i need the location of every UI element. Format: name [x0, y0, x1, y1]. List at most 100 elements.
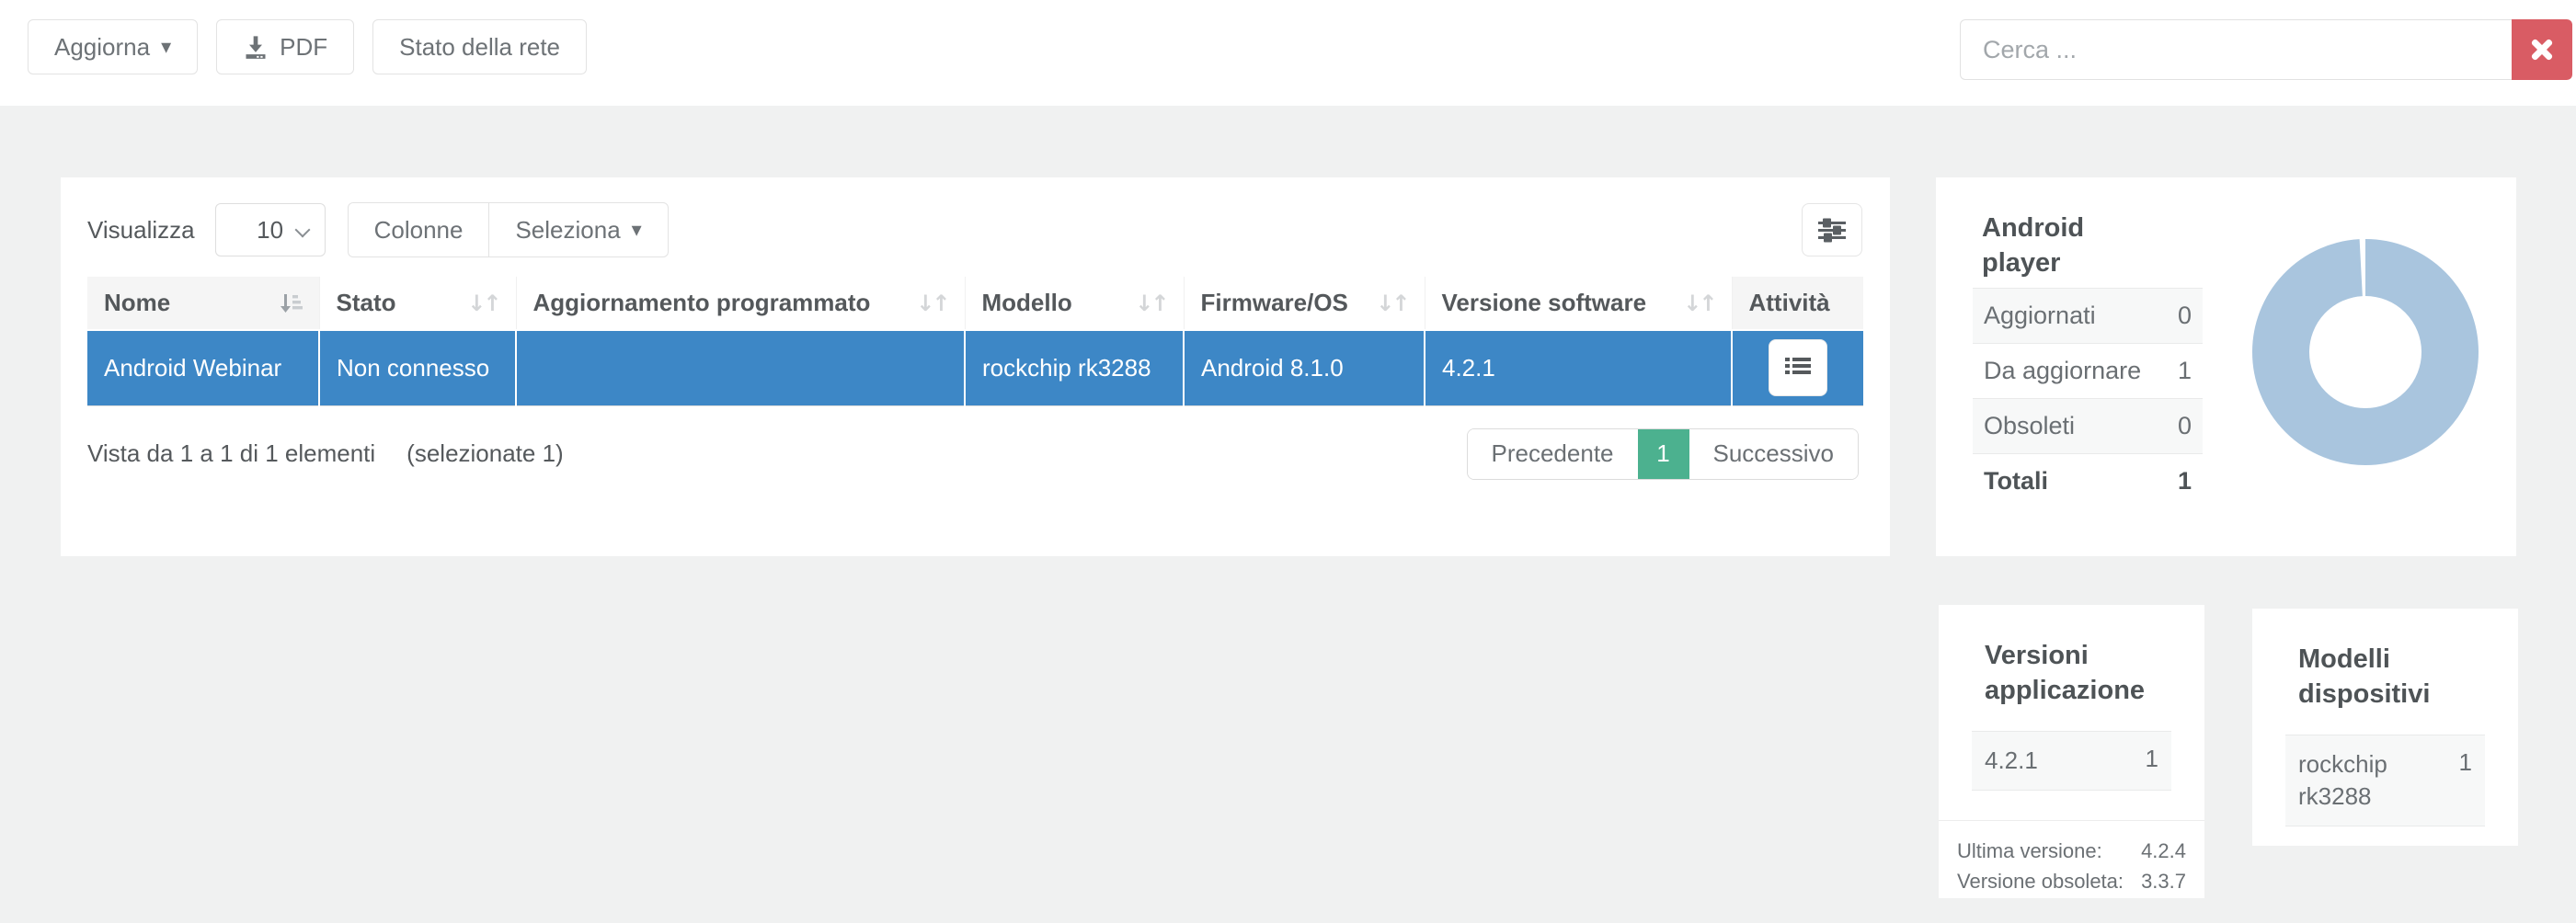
app-versions-card: Versioni applicazione 4.2.1 1 Ultima ver… [1939, 605, 2204, 898]
toolbar-buttons: Aggiorna ▾ PDF Stato della rete [28, 19, 587, 74]
model-rows: rockchip rk3288 1 [2285, 735, 2485, 826]
page-length-value: 10 [257, 216, 283, 245]
android-player-card: Android player Aggiornati 0 Da aggiornar… [1936, 177, 2516, 556]
version-label: 4.2.1 [1985, 745, 2038, 777]
stat-row-da-aggiornare: Da aggiornare 1 [1973, 344, 2203, 398]
latest-version-value: 4.2.4 [2141, 836, 2186, 866]
column-header-stato[interactable]: Stato ↓↑ [319, 277, 516, 330]
aggiorna-label: Aggiorna [54, 33, 150, 62]
model-count: 1 [2459, 748, 2472, 777]
column-label: Aggiornamento programmato [533, 289, 871, 317]
list-item: 4.2.1 1 [1972, 731, 2171, 791]
card-title: Modelli dispositivi [2298, 642, 2496, 712]
sort-icon: ↓↑ [1135, 291, 1166, 316]
seleziona-label: Seleziona [515, 216, 620, 245]
stat-value: 0 [2178, 302, 2192, 330]
stat-label: Totali [1984, 467, 2048, 496]
player-stats: Aggiornati 0 Da aggiornare 1 Obsoleti 0 … [1973, 288, 2203, 508]
cell-versione[interactable]: 4.2.1 [1425, 330, 1732, 405]
pagination: Precedente 1 Successivo [1467, 428, 1859, 480]
devices-table-card: Visualizza 10 Colonne Seleziona ▾ [61, 177, 1890, 556]
device-management-page: Aggiorna ▾ PDF Stato della rete [0, 0, 2576, 923]
search-bar [1960, 19, 2572, 80]
stat-label: Aggiornati [1984, 302, 2096, 330]
columns-button-group: Colonne Seleziona ▾ [348, 202, 669, 257]
network-status-button[interactable]: Stato della rete [372, 19, 587, 74]
column-header-versione[interactable]: Versione software ↓↑ [1425, 277, 1732, 330]
clear-search-button[interactable] [2512, 19, 2572, 80]
obsolete-version-line: Versione obsoleta: 3.3.7 [1957, 866, 2186, 896]
colonne-label: Colonne [374, 216, 464, 245]
seleziona-button[interactable]: Seleziona ▾ [488, 202, 668, 257]
caret-down-icon: ▾ [632, 220, 642, 240]
column-label: Firmware/OS [1201, 289, 1348, 317]
cell-modello[interactable]: rockchip rk3288 [965, 330, 1184, 405]
table-row[interactable]: Android Webinar Non connesso rockchip rk… [87, 330, 1863, 405]
cell-aggiornamento[interactable] [516, 330, 965, 405]
stat-label: Da aggiornare [1984, 357, 2141, 385]
latest-version-line: Ultima versione: 4.2.4 [1957, 836, 2186, 866]
devices-table: Nome [87, 277, 1863, 406]
card-title: Versioni applicazione [1985, 638, 2182, 709]
next-button[interactable]: Successivo [1689, 429, 1859, 479]
model-label: rockchip rk3288 [2298, 748, 2448, 813]
device-models-card: Modelli dispositivi rockchip rk3288 1 [2252, 609, 2518, 846]
sort-icon: ↓↑ [1376, 291, 1407, 316]
column-label: Versione software [1442, 289, 1647, 317]
version-rows: 4.2.1 1 [1972, 731, 2171, 791]
column-header-modello[interactable]: Modello ↓↑ [965, 277, 1184, 330]
sort-amount-icon [279, 291, 303, 315]
list-icon [1784, 356, 1812, 380]
column-label: Nome [104, 289, 170, 317]
sliders-icon [1817, 217, 1847, 243]
filter-button[interactable] [1802, 203, 1862, 256]
column-header-firmware[interactable]: Firmware/OS ↓↑ [1184, 277, 1425, 330]
table-header-row: Nome [87, 277, 1863, 330]
colonne-button[interactable]: Colonne [348, 202, 490, 257]
obsolete-version-value: 3.3.7 [2141, 866, 2186, 896]
cell-firmware[interactable]: Android 8.1.0 [1184, 330, 1425, 405]
stat-value: 0 [2178, 412, 2192, 440]
activity-button[interactable] [1769, 339, 1827, 396]
previous-button[interactable]: Precedente [1468, 429, 1638, 479]
chevron-down-icon [294, 222, 310, 238]
column-header-aggiornamento[interactable]: Aggiornamento programmato ↓↑ [516, 277, 965, 330]
column-header-nome[interactable]: Nome [87, 277, 319, 330]
sort-icon: ↓↑ [1683, 291, 1714, 316]
search-input[interactable] [1960, 19, 2512, 80]
card-title: Android player [1982, 211, 2157, 281]
stat-row-obsoleti: Obsoleti 0 [1973, 398, 2203, 454]
selected-info: (selezionate 1) [406, 439, 564, 468]
stat-row-aggiornati: Aggiornati 0 [1973, 288, 2203, 344]
latest-version-label: Ultima versione: [1957, 836, 2102, 866]
pdf-button[interactable]: PDF [216, 19, 354, 74]
column-header-attivita: Attività [1732, 277, 1863, 330]
download-icon [243, 34, 269, 60]
visualizza-label: Visualizza [87, 216, 195, 245]
current-page[interactable]: 1 [1638, 429, 1689, 479]
cell-attivita [1732, 330, 1863, 405]
pdf-label: PDF [280, 33, 327, 62]
list-item: rockchip rk3288 1 [2285, 735, 2485, 826]
top-toolbar: Aggiorna ▾ PDF Stato della rete [0, 0, 2576, 106]
column-label: Stato [337, 289, 396, 317]
stat-label: Obsoleti [1984, 412, 2075, 440]
table-controls: Visualizza 10 Colonne Seleziona ▾ [87, 203, 1862, 256]
sort-icon: ↓↑ [467, 291, 498, 316]
caret-down-icon: ▾ [161, 37, 171, 57]
column-label: Attività [1749, 289, 1830, 317]
table-footer: Vista da 1 a 1 di 1 elementi (selezionat… [87, 428, 1859, 480]
table-info: Vista da 1 a 1 di 1 elementi [87, 439, 375, 468]
aggiorna-button[interactable]: Aggiorna ▾ [28, 19, 198, 74]
cell-nome[interactable]: Android Webinar [87, 330, 319, 405]
stat-value: 1 [2178, 467, 2192, 496]
network-status-label: Stato della rete [399, 33, 560, 62]
donut-chart [2251, 238, 2479, 466]
column-label: Modello [982, 289, 1072, 317]
page-length-select[interactable]: 10 [215, 203, 326, 256]
cell-stato[interactable]: Non connesso [319, 330, 516, 405]
close-icon [2530, 38, 2554, 62]
obsolete-version-label: Versione obsoleta: [1957, 866, 2124, 896]
version-count: 1 [2146, 745, 2158, 773]
sort-icon: ↓↑ [916, 291, 947, 316]
